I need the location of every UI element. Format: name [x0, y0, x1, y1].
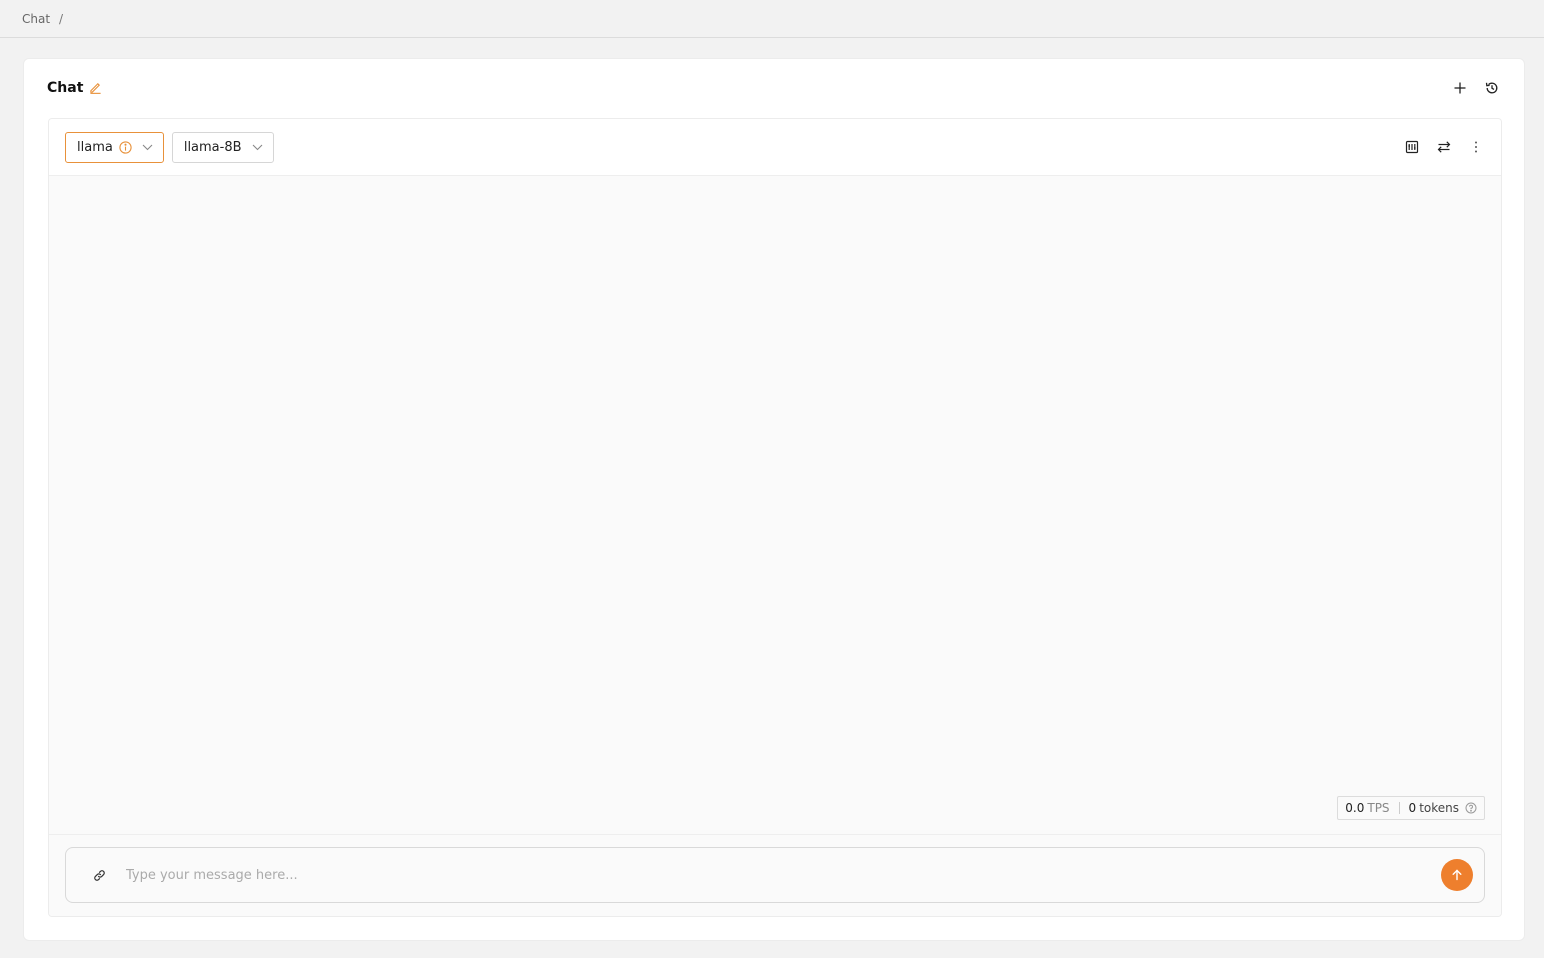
more-options-button[interactable] [1467, 138, 1485, 156]
stats-divider [1398, 802, 1400, 814]
tokens-value: 0 [1408, 801, 1417, 815]
compare-panel-button[interactable] [1403, 138, 1421, 156]
breadcrumb: Chat / [0, 0, 1544, 38]
chat-panel: llama llama-8B 0.0 TPS 0 tokens Type you… [48, 118, 1502, 917]
help-icon[interactable] [1465, 802, 1477, 814]
info-icon[interactable] [119, 140, 132, 154]
swap-icon [1437, 141, 1451, 153]
link-icon [93, 869, 105, 881]
attach-link-button[interactable] [90, 866, 108, 884]
card-header: Chat [47, 77, 1501, 99]
new-chat-button[interactable] [1451, 79, 1469, 97]
message-input[interactable] [126, 867, 1441, 883]
chevron-down-icon [142, 144, 153, 151]
edit-title-icon[interactable] [89, 81, 103, 95]
model-select[interactable]: llama-8B [171, 131, 274, 163]
page-title: Chat [47, 80, 84, 96]
provider-select-value: llama [77, 139, 113, 155]
model-select-value: llama-8B [183, 139, 242, 155]
provider-select[interactable]: llama [65, 131, 164, 163]
model-toolbar: llama llama-8B [49, 119, 1501, 176]
chat-card: Chat llama llama-8B 0.0 TPS 0 tokens Typ… [23, 58, 1525, 941]
swap-button[interactable] [1435, 138, 1453, 156]
tokens-unit: tokens [1419, 801, 1459, 815]
breadcrumb-chat[interactable]: Chat [22, 12, 50, 26]
compare-panel-icon [1405, 140, 1419, 154]
token-stats: 0.0 TPS 0 tokens [1337, 796, 1485, 820]
plus-icon [1454, 82, 1466, 94]
send-button[interactable] [1441, 859, 1473, 891]
arrow-up-icon [1452, 869, 1462, 881]
breadcrumb-separator: / [59, 11, 64, 26]
tps-unit: TPS [1367, 801, 1390, 815]
more-vertical-icon [1475, 141, 1477, 153]
chevron-down-icon [252, 144, 263, 151]
composer-area [49, 834, 1501, 916]
message-composer [65, 847, 1485, 903]
tps-value: 0.0 [1345, 801, 1365, 815]
history-icon [1485, 82, 1498, 94]
history-button[interactable] [1483, 79, 1501, 97]
